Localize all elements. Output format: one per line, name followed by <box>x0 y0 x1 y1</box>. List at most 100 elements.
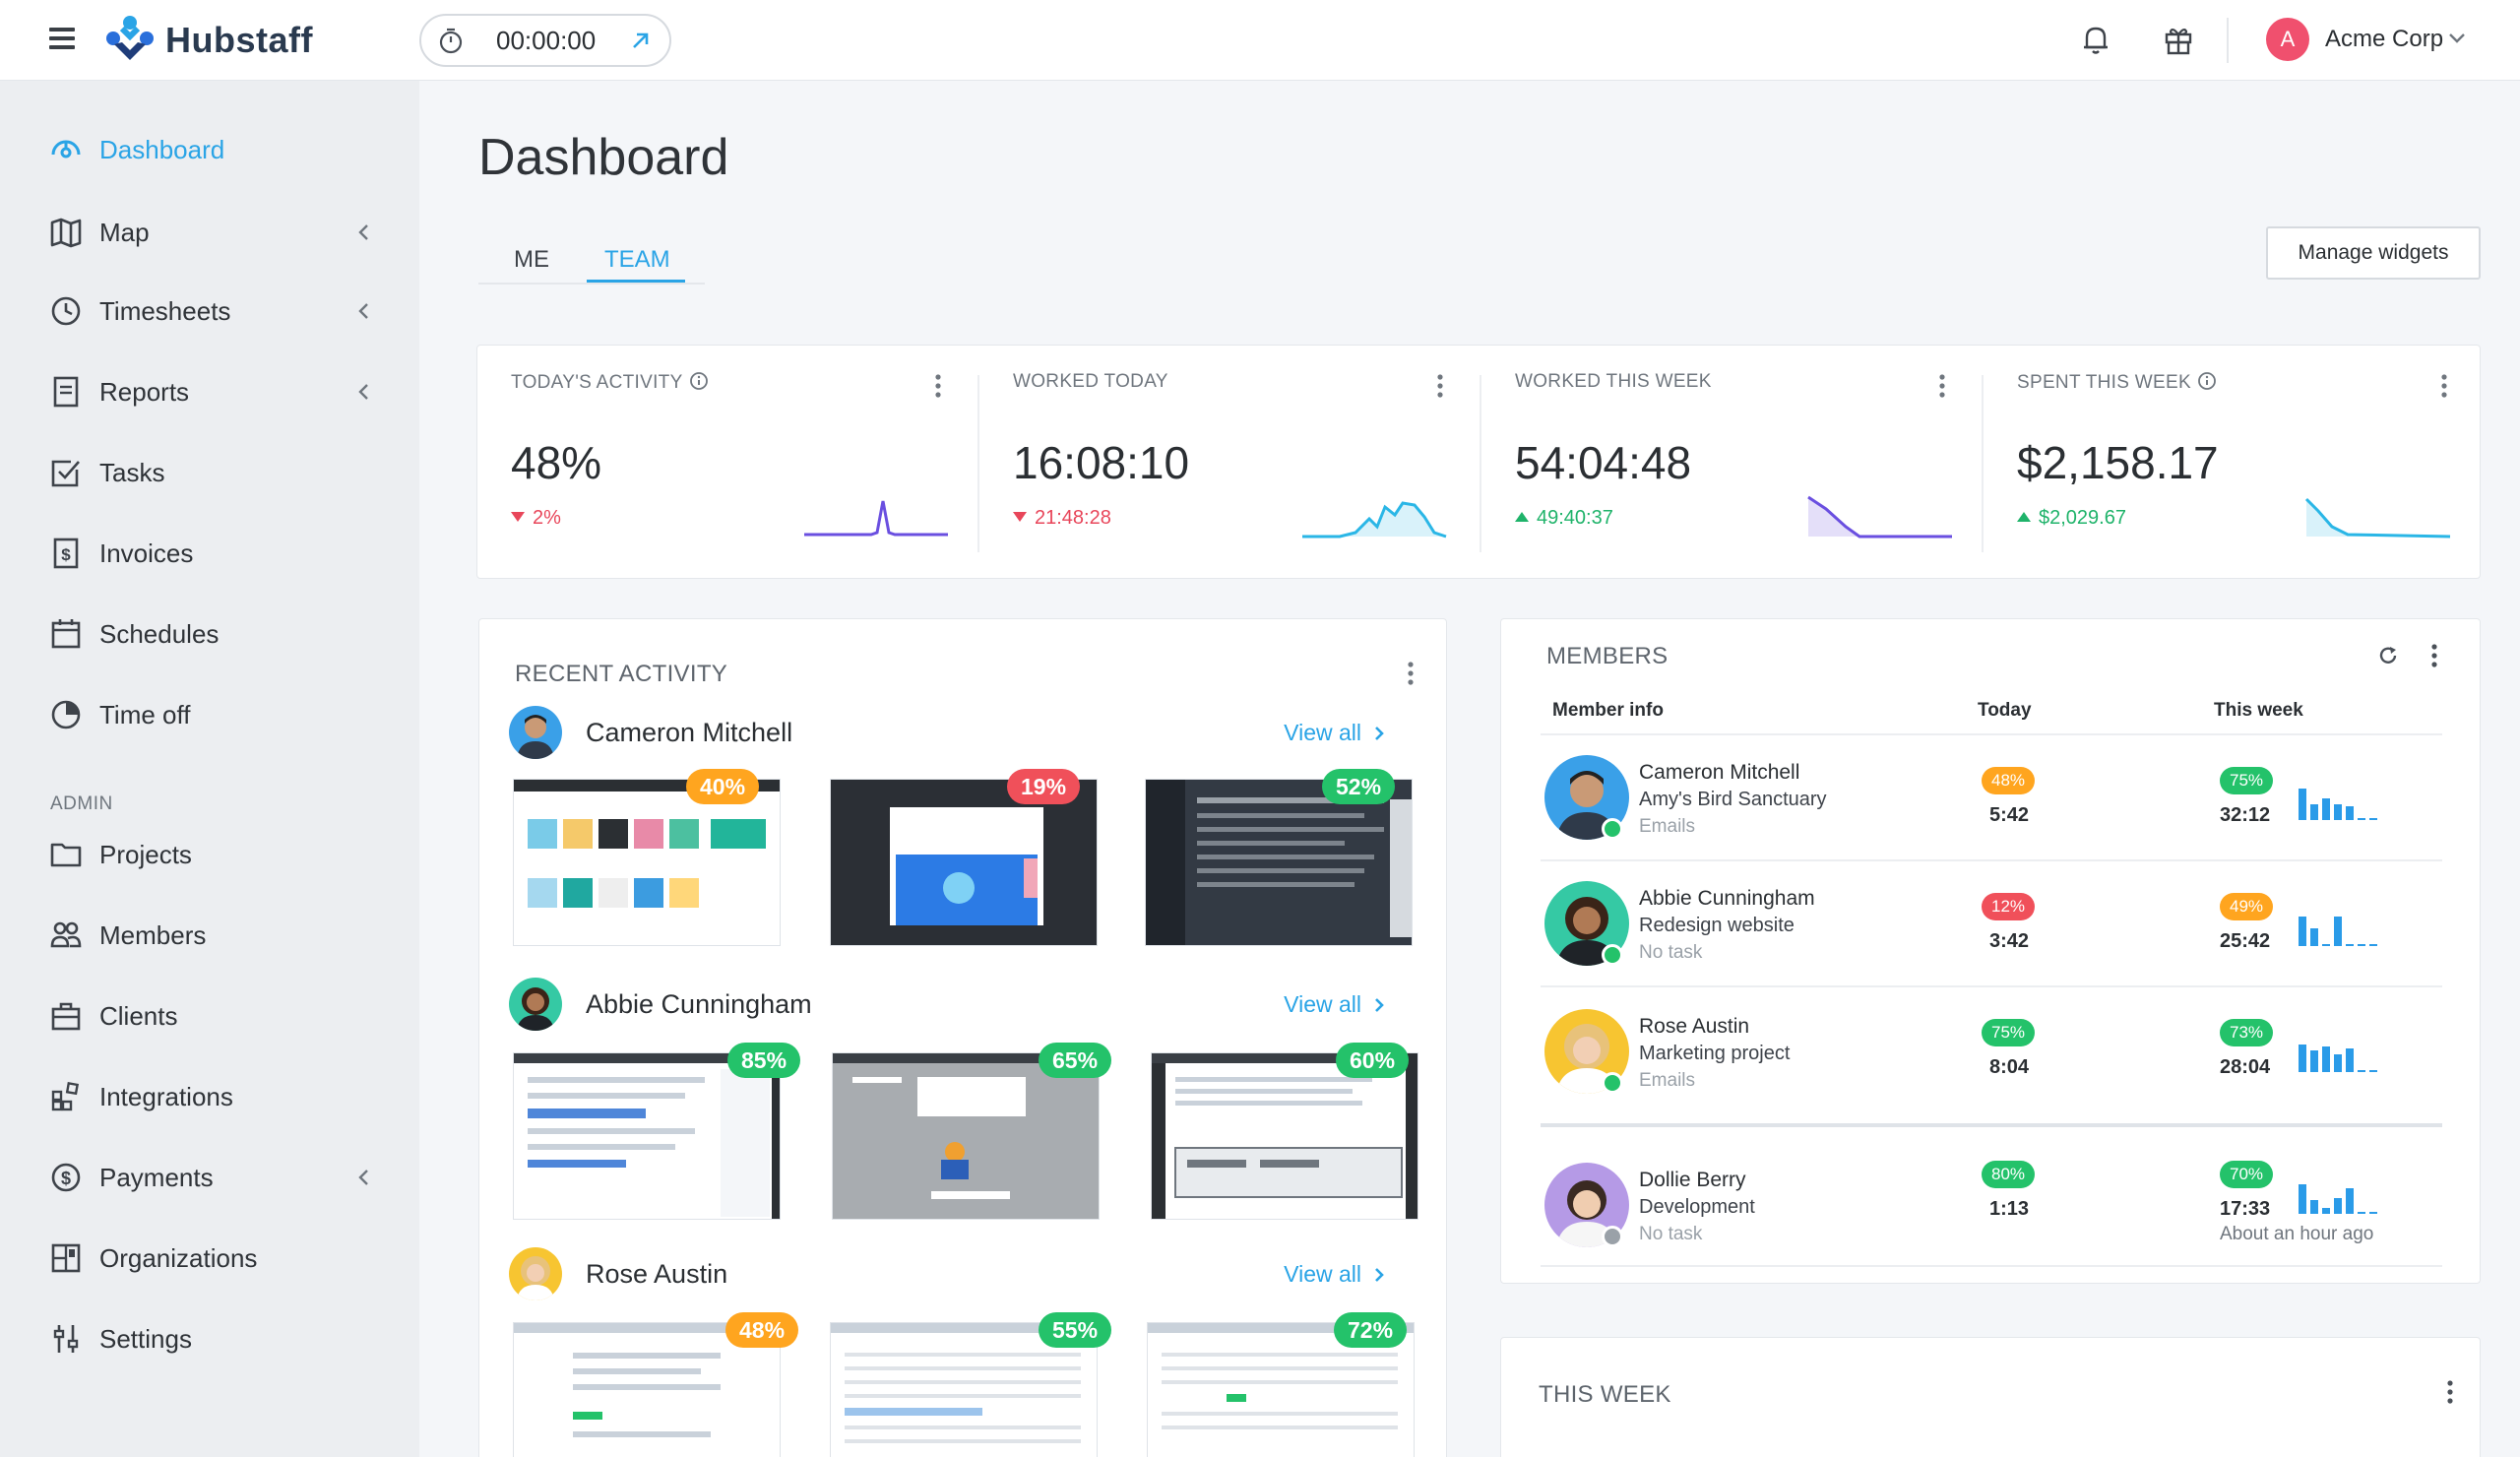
column-header-member-info: Member info <box>1552 700 1664 721</box>
sidebar-item-members[interactable]: Members <box>0 906 419 965</box>
menu-icon[interactable] <box>49 28 75 49</box>
sidebar-item-label: Map <box>99 217 150 247</box>
today-activity-badge: 12% <box>1982 893 2036 920</box>
sidebar-item-reports[interactable]: Reports <box>0 362 419 421</box>
avatar-photo <box>509 1247 562 1300</box>
view-all-link[interactable]: View all <box>1284 720 1385 746</box>
member-task: No task <box>1639 1224 1703 1244</box>
avatar[interactable] <box>509 978 562 1031</box>
sidebar-item-label: Schedules <box>99 618 220 649</box>
settings-sliders-icon <box>53 1325 79 1353</box>
members-icon <box>50 921 82 948</box>
kebab-menu-icon[interactable] <box>1407 661 1415 686</box>
kebab-menu-icon[interactable] <box>1436 373 1444 399</box>
stat-value: 54:04:48 <box>1515 437 1692 488</box>
member-project: Redesign website <box>1639 915 1795 936</box>
sidebar-item-payments[interactable]: $ Payments <box>0 1148 419 1207</box>
stat-title: WORKED TODAY <box>1013 371 1168 392</box>
chevron-left-icon[interactable] <box>354 222 372 243</box>
info-icon[interactable] <box>2197 371 2217 391</box>
header-divider <box>1541 733 2442 735</box>
view-all-link[interactable]: View all <box>1284 991 1385 1018</box>
sidebar-item-organizations[interactable]: Organizations <box>0 1229 419 1288</box>
notifications-bell-icon[interactable] <box>2079 22 2112 57</box>
kebab-menu-icon[interactable] <box>2430 643 2438 668</box>
open-timer-arrow-icon[interactable] <box>628 28 654 53</box>
kebab-menu-icon[interactable] <box>934 373 942 399</box>
sparkline-chart <box>1807 495 1952 538</box>
avatar[interactable] <box>509 706 562 759</box>
stat-title: WORKED THIS WEEK <box>1515 371 1712 392</box>
chevron-left-icon[interactable] <box>354 381 372 403</box>
calendar-icon <box>51 619 81 649</box>
today-activity-badge: 80% <box>1982 1161 2036 1188</box>
avatar-photo <box>509 978 562 1031</box>
stat-delta: 21:48:28 <box>1013 507 1111 530</box>
chevron-left-icon[interactable] <box>354 1167 372 1188</box>
sidebar-item-timesheets[interactable]: Timesheets <box>0 282 419 341</box>
stat-delta-value: 49:40:37 <box>1537 507 1613 529</box>
sidebar-item-invoices[interactable]: $ Invoices <box>0 524 419 583</box>
sidebar-item-label: Clients <box>99 1000 178 1031</box>
sidebar-item-schedules[interactable]: Schedules <box>0 604 419 664</box>
stat-title-text: SPENT THIS WEEK <box>2017 372 2191 393</box>
tab-team[interactable]: TEAM <box>604 246 670 274</box>
row-divider <box>1541 1123 2442 1127</box>
chevron-down-icon[interactable] <box>2447 32 2467 45</box>
sidebar-item-settings[interactable]: Settings <box>0 1309 419 1368</box>
member-task: No task <box>1639 942 1703 963</box>
info-icon[interactable] <box>689 371 709 391</box>
tab-me[interactable]: ME <box>514 246 549 274</box>
stat-delta-value: 2% <box>533 507 561 529</box>
weekly-bars-chart <box>2299 789 2377 820</box>
sidebar-item-dashboard[interactable]: Dashboard <box>0 120 419 179</box>
activity-percent-badge: 48% <box>725 1312 799 1348</box>
stat-value: $2,158.17 <box>2017 437 2219 488</box>
screenshot-image <box>1146 780 1412 945</box>
sidebar-item-integrations[interactable]: Integrations <box>0 1067 419 1126</box>
person-name[interactable]: Rose Austin <box>586 1259 727 1290</box>
sidebar-item-label: Projects <box>99 839 192 869</box>
sparkline-chart <box>1302 501 1447 538</box>
screenshot-image <box>831 780 1097 945</box>
today-time: 5:42 <box>1989 804 2030 826</box>
stat-delta: $2,029.67 <box>2017 507 2126 530</box>
activity-percent-badge: 19% <box>1007 769 1081 804</box>
invoice-icon: $ <box>53 538 79 569</box>
gift-icon[interactable] <box>2162 22 2195 57</box>
week-time: 17:33 <box>2220 1198 2271 1220</box>
refresh-icon[interactable] <box>2377 645 2399 666</box>
card-title: RECENT ACTIVITY <box>515 661 728 687</box>
hubstaff-logo[interactable]: Hubstaff <box>104 14 313 67</box>
stat-title: SPENT THIS WEEK <box>2017 371 2217 394</box>
member-name: Rose Austin <box>1639 1015 1750 1038</box>
person-name[interactable]: Abbie Cunningham <box>586 989 812 1020</box>
sidebar-item-clients[interactable]: Clients <box>0 986 419 1045</box>
avatar[interactable] <box>509 1247 562 1300</box>
kebab-menu-icon[interactable] <box>2440 373 2448 399</box>
sidebar-item-tasks[interactable]: Tasks <box>0 443 419 502</box>
sidebar-item-projects[interactable]: Projects <box>0 825 419 884</box>
tabs-divider <box>478 283 705 285</box>
screenshot-image <box>833 1053 1099 1219</box>
sparkline-chart <box>2304 497 2451 538</box>
sidebar-item-time-off[interactable]: Time off <box>0 685 419 744</box>
timer-widget[interactable]: 00:00:00 <box>419 14 671 67</box>
manage-widgets-button[interactable]: Manage widgets <box>2266 226 2481 280</box>
top-divider <box>2227 18 2229 63</box>
org-name[interactable]: Acme Corp <box>2325 26 2443 53</box>
person-name[interactable]: Cameron Mitchell <box>586 718 792 748</box>
kebab-menu-icon[interactable] <box>2446 1379 2454 1405</box>
chevron-left-icon[interactable] <box>354 300 372 322</box>
view-all-label: View all <box>1284 991 1361 1017</box>
sidebar-item-map[interactable]: Map <box>0 203 419 262</box>
week-activity-badge: 70% <box>2220 1161 2274 1188</box>
svg-text:$: $ <box>61 1169 71 1188</box>
kebab-menu-icon[interactable] <box>1938 373 1946 399</box>
sidebar-item-label: Reports <box>99 376 190 407</box>
stat-delta-value: 21:48:28 <box>1035 507 1111 529</box>
activity-percent-badge: 65% <box>1039 1043 1112 1078</box>
top-bar: Hubstaff 00:00:00 A Acme Corp <box>0 0 2520 81</box>
view-all-link[interactable]: View all <box>1284 1261 1385 1288</box>
org-avatar[interactable]: A <box>2266 18 2309 61</box>
